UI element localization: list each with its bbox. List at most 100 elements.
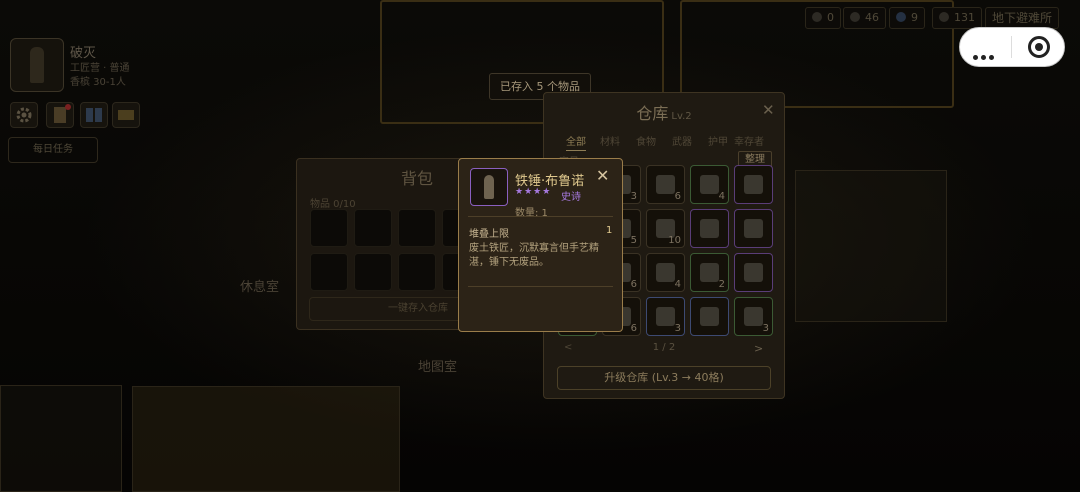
miniprogram-capsule bbox=[959, 27, 1065, 67]
bg-room bbox=[795, 170, 947, 322]
notebook-icon bbox=[54, 104, 71, 123]
upgrade-storage-button[interactable]: 升级仓库 (Lv.3 → 40格) bbox=[557, 366, 771, 390]
coin-icon bbox=[812, 12, 822, 22]
storage-close-icon[interactable]: ✕ bbox=[762, 101, 775, 119]
notes-button[interactable] bbox=[46, 102, 74, 128]
tab-food[interactable]: 食物 bbox=[636, 133, 656, 148]
rarity-label: 史诗 bbox=[561, 192, 581, 203]
capsule-divider bbox=[1011, 36, 1012, 58]
room-label-map: 地图室 bbox=[418, 360, 458, 375]
survivor-figure-icon bbox=[744, 219, 763, 238]
more-menu-icon[interactable] bbox=[973, 45, 997, 64]
avatar-figure bbox=[30, 47, 44, 83]
resource-value: 46 bbox=[865, 11, 879, 24]
daily-task-button[interactable]: 每日任务 bbox=[8, 137, 98, 163]
tab-armor[interactable]: 护甲 bbox=[708, 133, 728, 148]
item-portrait bbox=[470, 168, 508, 206]
rarity-stars: ★★★★ bbox=[515, 187, 552, 197]
storage-item-metal-ingot[interactable]: 4 bbox=[690, 165, 729, 204]
workbench-icon bbox=[744, 307, 763, 326]
player-avatar[interactable] bbox=[10, 38, 64, 92]
resource-gem: 9 bbox=[889, 7, 925, 29]
stack-limit-label: 堆叠上限 bbox=[469, 229, 509, 240]
divider bbox=[468, 286, 613, 287]
item-qty: 3 bbox=[762, 323, 769, 334]
mail-icon bbox=[118, 110, 134, 120]
book-button[interactable] bbox=[80, 102, 108, 128]
player-title: 工匠营 · 普通 bbox=[70, 63, 130, 74]
storage-item-engine-part[interactable]: 10 bbox=[646, 209, 685, 248]
storage-title: 仓库 Lv.2 bbox=[544, 100, 784, 124]
tab-materials[interactable]: 材料 bbox=[600, 133, 620, 148]
backpack-slot[interactable] bbox=[310, 253, 348, 291]
storage-item-gem-crystal[interactable] bbox=[734, 165, 773, 204]
item-qty: 5 bbox=[630, 235, 637, 246]
storage-level: Lv.2 bbox=[671, 111, 692, 122]
storage-item-toolbox[interactable] bbox=[690, 297, 729, 336]
backpack-slot[interactable] bbox=[398, 209, 436, 247]
gear-icon bbox=[850, 12, 860, 22]
storage-item-gem-crystal[interactable] bbox=[734, 253, 773, 292]
mail-button[interactable] bbox=[112, 102, 140, 128]
tab-all[interactable]: 全部 bbox=[566, 133, 586, 151]
storage-item-gem-crystal[interactable] bbox=[690, 209, 729, 248]
tooltip-close-icon[interactable]: ✕ bbox=[596, 166, 609, 185]
backpack-count: 物品 0/10 bbox=[310, 199, 356, 210]
storage-item-bolts[interactable]: 6 bbox=[646, 165, 685, 204]
item-tooltip: 铁锤·布鲁诺 ★★★★ 史诗 数量: 1 ✕ 堆叠上限 1 废土铁匠，沉默寡言但… bbox=[458, 158, 623, 332]
bg-room bbox=[0, 385, 122, 492]
item-qty: 10 bbox=[668, 235, 681, 246]
room-label-rest: 休息室 bbox=[240, 280, 280, 295]
page-indicator: 1 / 2 bbox=[652, 342, 676, 353]
pill-pack-icon bbox=[656, 263, 675, 282]
pot-icon bbox=[656, 307, 675, 326]
resource-people: 131 bbox=[932, 7, 982, 29]
gear-icon bbox=[16, 107, 32, 123]
item-qty: 3 bbox=[674, 323, 681, 334]
resource-value: 0 bbox=[827, 11, 834, 24]
backpack-slot[interactable] bbox=[354, 209, 392, 247]
close-miniprogram-icon[interactable] bbox=[1028, 36, 1050, 58]
settings-gear-button[interactable] bbox=[10, 102, 38, 128]
item-qty: 2 bbox=[718, 279, 725, 290]
item-qty: 4 bbox=[718, 191, 725, 202]
storage-item-pot[interactable]: 3 bbox=[646, 297, 685, 336]
resource-value: 9 bbox=[911, 11, 918, 24]
storage-title-text: 仓库 bbox=[636, 104, 669, 123]
storage-item-ammo[interactable]: 2 bbox=[690, 253, 729, 292]
gem-crystal-icon bbox=[744, 175, 763, 194]
item-qty: 6 bbox=[630, 323, 637, 334]
gem-crystal-icon bbox=[700, 219, 719, 238]
storage-item-pill-pack[interactable]: 4 bbox=[646, 253, 685, 292]
resource-coin: 0 bbox=[805, 7, 841, 29]
tab-weapons[interactable]: 武器 bbox=[672, 133, 692, 148]
item-qty: 6 bbox=[674, 191, 681, 202]
gem-crystal-icon bbox=[744, 263, 763, 282]
book-icon bbox=[86, 108, 102, 122]
player-status: 香槟 30-1人 bbox=[70, 77, 126, 88]
stack-limit-value: 1 bbox=[606, 225, 613, 236]
item-qty: 3 bbox=[630, 191, 637, 202]
hammer-bruno-figure-icon bbox=[484, 175, 494, 199]
backpack-slot[interactable] bbox=[398, 253, 436, 291]
divider bbox=[468, 216, 613, 217]
tab-survivors[interactable]: 幸存者 bbox=[734, 133, 764, 148]
gem-icon bbox=[896, 12, 906, 22]
toolbox-icon bbox=[700, 307, 719, 326]
storage-item-survivor-figure[interactable] bbox=[734, 209, 773, 248]
bg-room bbox=[132, 386, 400, 492]
storage-item-workbench[interactable]: 3 bbox=[734, 297, 773, 336]
next-page-button[interactable]: > bbox=[754, 342, 763, 355]
backpack-slot[interactable] bbox=[354, 253, 392, 291]
item-qty: 6 bbox=[630, 279, 637, 290]
resource-gear: 46 bbox=[843, 7, 886, 29]
location-label[interactable]: 地下避难所 bbox=[985, 7, 1060, 29]
item-qty: 4 bbox=[674, 279, 681, 290]
backpack-slot[interactable] bbox=[310, 209, 348, 247]
resource-value: 131 bbox=[954, 11, 975, 24]
ammo-icon bbox=[700, 263, 719, 282]
metal-ingot-icon bbox=[700, 175, 719, 194]
people-icon bbox=[939, 12, 949, 22]
bolts-icon bbox=[656, 175, 675, 194]
item-description: 废土铁匠，沉默寡言但手艺精湛，锤下无废品。 bbox=[469, 243, 599, 268]
